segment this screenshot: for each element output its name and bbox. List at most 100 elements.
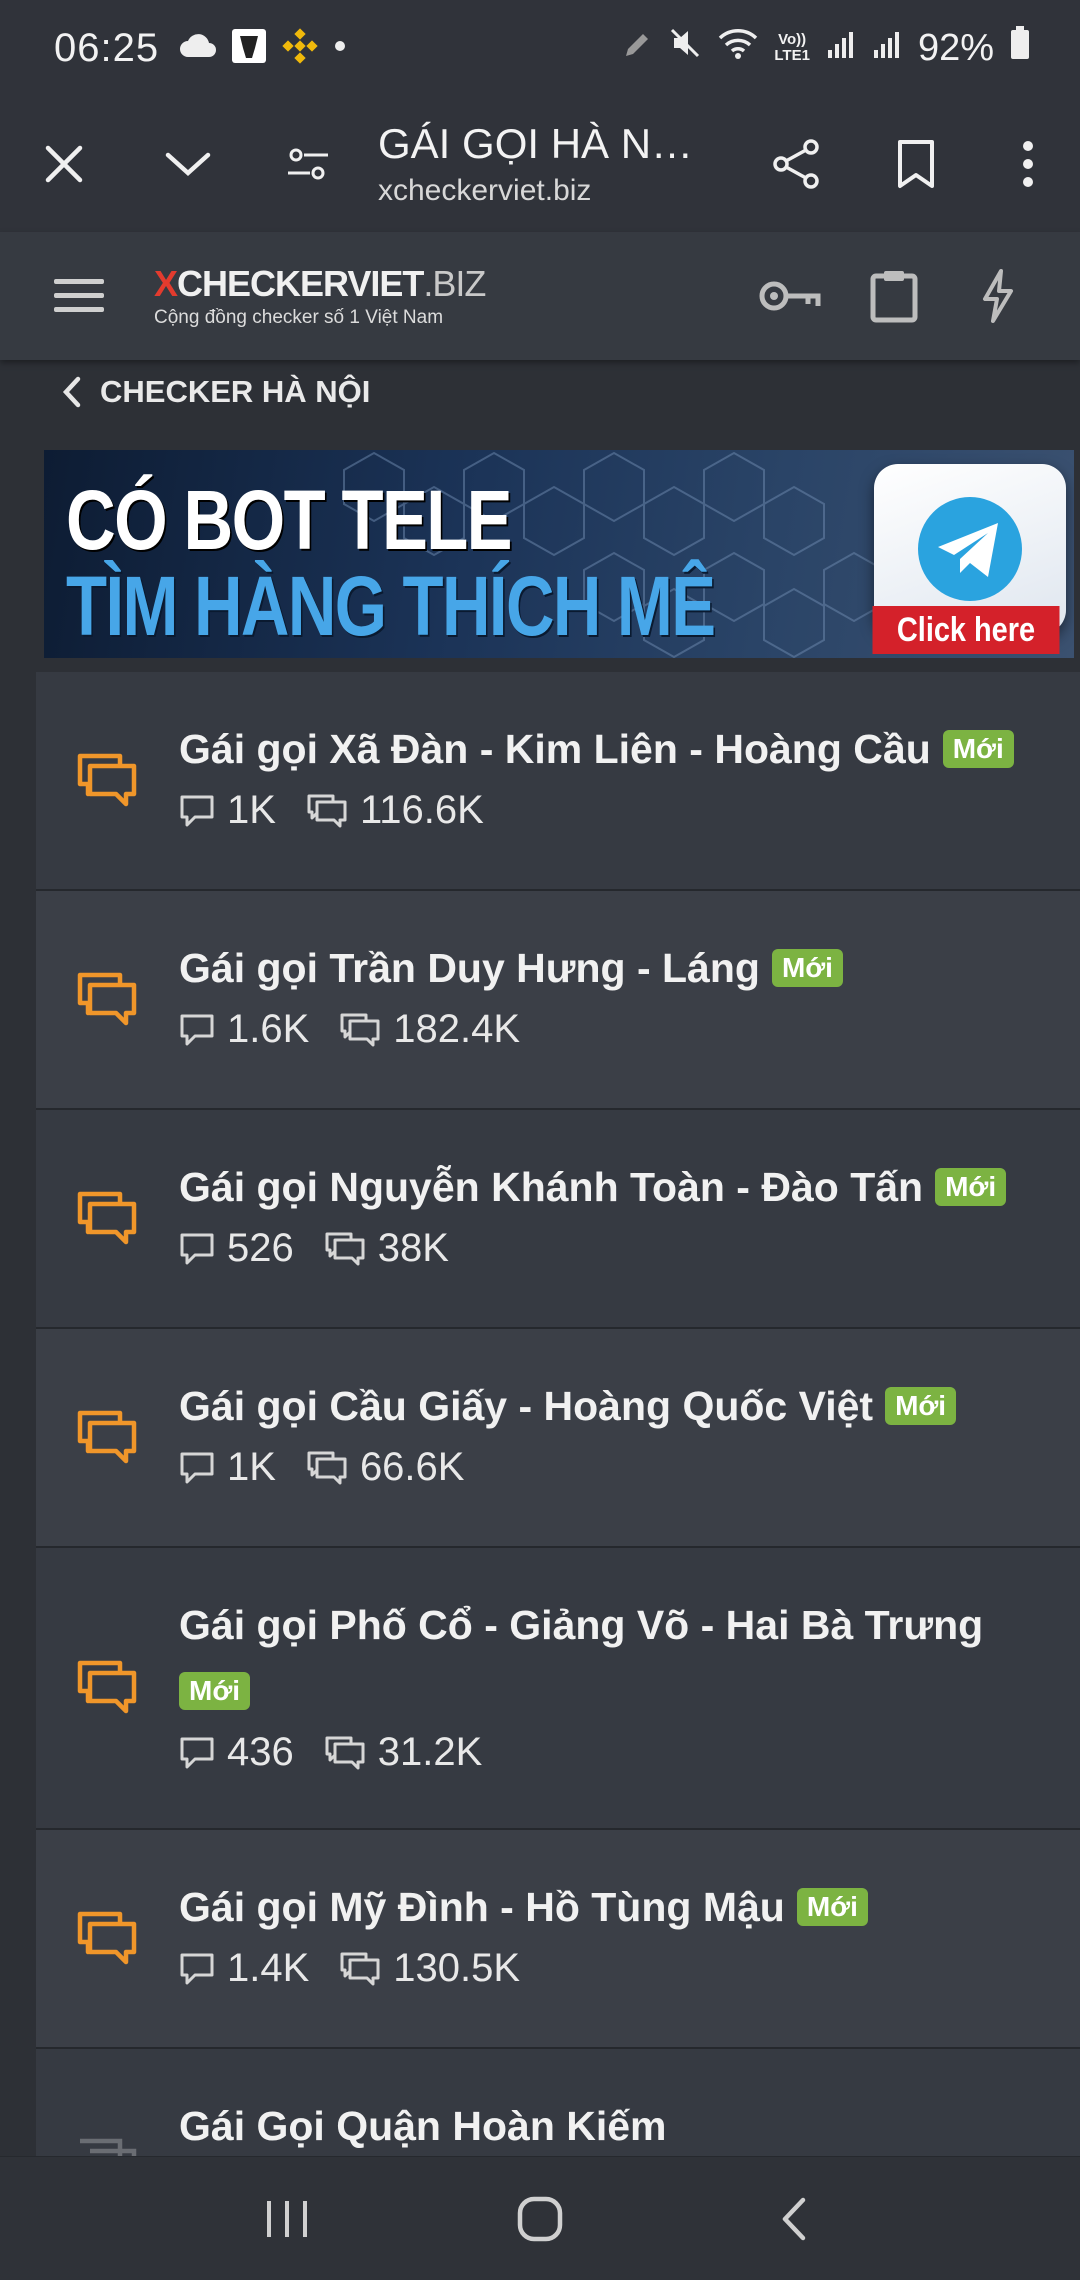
replies-stat: 1.6K xyxy=(179,1007,309,1052)
views-count: 116.6K xyxy=(359,788,484,832)
close-tab-button[interactable] xyxy=(0,96,128,232)
battery-percent: 92% xyxy=(917,26,994,69)
comments-icon xyxy=(77,1410,136,1463)
comment-icon xyxy=(180,1737,214,1768)
views-stat: 31.2K xyxy=(324,1730,483,1775)
banner-headline: CÓ BOT TELE xyxy=(66,473,513,567)
wifi-icon xyxy=(718,27,758,70)
views-stat: 130.5K xyxy=(339,1946,520,1991)
volte-label: Vo)) xyxy=(778,31,807,48)
thread-title[interactable]: Gái Gọi Quận Hoàn Kiếm xyxy=(179,2093,1044,2159)
thread-icon xyxy=(36,1548,179,1828)
click-here-label: Click here xyxy=(872,606,1060,654)
comments-icon xyxy=(325,1736,365,1769)
views-count: 66.6K xyxy=(359,1445,465,1489)
clipboard-button[interactable] xyxy=(842,232,946,360)
hamburger-icon xyxy=(54,279,104,312)
share-button[interactable] xyxy=(736,96,856,232)
thread-title[interactable]: Gái gọi Nguyễn Khánh Toàn - Đào Tấn Mới xyxy=(179,1154,1044,1220)
thread-item[interactable]: Gái gọi Cầu Giấy - Hoàng Quốc Việt Mới 1K… xyxy=(36,1329,1080,1548)
logo-main-text: CHECKERVIET xyxy=(177,263,424,304)
site-logo[interactable]: XCHECKERVIET.BIZ Cộng đồng checker số 1 … xyxy=(154,263,486,329)
thread-title-text: Gái gọi Nguyễn Khánh Toàn - Đào Tấn xyxy=(179,1164,924,1210)
system-navigation-bar xyxy=(0,2156,1080,2280)
comments-icon xyxy=(340,1952,380,1985)
status-bar: 06:25 Vo)) LTE1 92% xyxy=(0,0,1080,96)
promo-banner[interactable]: CÓ BOT TELE TÌM HÀNG THÍCH MÊ Click here xyxy=(44,450,1074,658)
thread-item[interactable]: Gái gọi Mỹ Đình - Hồ Tùng Mậu Mới 1.4K 13… xyxy=(36,1830,1080,2049)
close-icon xyxy=(45,145,83,183)
replies-stat: 526 xyxy=(179,1226,294,1271)
network-label: LTE1 xyxy=(774,47,810,64)
replies-count: 1K xyxy=(227,788,276,832)
bolt-icon xyxy=(983,269,1013,323)
left-gutter xyxy=(0,660,36,2156)
comments-icon xyxy=(77,1911,136,1964)
menu-button[interactable] xyxy=(24,232,134,360)
views-stat: 182.4K xyxy=(339,1007,520,1052)
logo-tld: .BIZ xyxy=(423,263,486,304)
bookmark-button[interactable] xyxy=(856,96,976,232)
replies-stat: 1.4K xyxy=(179,1946,309,1991)
replies-count: 526 xyxy=(227,1226,294,1270)
more-notifications-dot-icon xyxy=(333,39,347,58)
thread-title[interactable]: Gái gọi Cầu Giấy - Hoàng Quốc Việt Mới xyxy=(179,1373,1044,1439)
thread-title-text: Gái gọi Trần Duy Hưng - Láng xyxy=(179,945,760,991)
thread-item[interactable]: Gái gọi Xã Đàn - Kim Liên - Hoàng Cầu Mới… xyxy=(36,672,1080,891)
thread-item[interactable]: Gái gọi Trần Duy Hưng - Láng Mới 1.6K 182… xyxy=(36,891,1080,1110)
site-tagline: Cộng đồng checker số 1 Việt Nam xyxy=(154,307,444,328)
views-stat: 66.6K xyxy=(306,1445,465,1490)
more-options-button[interactable] xyxy=(976,96,1080,232)
recent-apps-button[interactable] xyxy=(227,2169,347,2269)
replies-count: 1.6K xyxy=(227,1007,310,1051)
replies-stat: 1K xyxy=(179,1445,276,1490)
comment-icon xyxy=(180,1014,214,1045)
address-area[interactable]: GÁI GỌI HÀ NỘI |... xcheckerviet.biz xyxy=(368,120,736,208)
comments-icon xyxy=(77,972,136,1025)
breadcrumb[interactable]: CHECKER HÀ NỘI xyxy=(60,368,370,416)
app-notification-icon xyxy=(231,28,267,69)
comment-icon xyxy=(180,1953,214,1984)
page-title: GÁI GỌI HÀ NỘI |... xyxy=(378,120,723,167)
login-button[interactable] xyxy=(738,232,842,360)
site-header: XCHECKERVIET.BIZ Cộng đồng checker số 1 … xyxy=(0,232,1080,360)
back-button[interactable] xyxy=(733,2169,853,2269)
comment-icon xyxy=(180,1452,214,1483)
logo-x: X xyxy=(154,263,178,304)
replies-stat: 1K xyxy=(179,788,276,833)
whats-new-button[interactable] xyxy=(946,232,1050,360)
thread-title-text: Gái gọi Phố Cổ - Giảng Võ - Hai Bà Trưng xyxy=(179,1602,984,1648)
thread-icon xyxy=(36,1830,179,2047)
cloud-icon xyxy=(179,33,217,64)
home-icon xyxy=(517,2196,563,2241)
clipboard-icon xyxy=(870,271,918,323)
minimize-button[interactable] xyxy=(128,96,248,232)
views-stat: 116.6K xyxy=(306,788,484,833)
thread-icon xyxy=(36,1110,179,1327)
comment-icon xyxy=(180,795,214,826)
thread-title[interactable]: Gái gọi Mỹ Đình - Hồ Tùng Mậu Mới xyxy=(179,1874,1044,1940)
thread-item[interactable]: Gái gọi Phố Cổ - Giảng Võ - Hai Bà Trưng… xyxy=(36,1548,1080,1830)
back-icon xyxy=(783,2197,806,2240)
banner-subheadline: TÌM HÀNG THÍCH MÊ xyxy=(66,559,716,653)
breadcrumb-label: CHECKER HÀ NỘI xyxy=(100,374,371,409)
pen-icon xyxy=(622,27,652,70)
comments-icon xyxy=(77,1660,136,1714)
comments-icon xyxy=(77,1191,136,1244)
thread-icon xyxy=(36,672,179,889)
recent-apps-icon xyxy=(266,2200,307,2237)
comments-icon xyxy=(77,753,136,806)
new-badge: Mới xyxy=(935,1168,1007,1207)
thread-item[interactable]: Gái gọi Nguyễn Khánh Toàn - Đào Tấn Mới 5… xyxy=(36,1110,1080,1329)
status-time: 06:25 xyxy=(54,25,160,70)
site-settings-button[interactable] xyxy=(248,96,368,232)
thread-icon xyxy=(36,2049,179,2167)
bookmark-icon xyxy=(898,140,934,188)
thread-title[interactable]: Gái gọi Phố Cổ - Giảng Võ - Hai Bà Trưng… xyxy=(179,1592,1044,1724)
signal-icon-1 xyxy=(826,27,856,70)
thread-item[interactable]: Gái Gọi Quận Hoàn Kiếm xyxy=(36,2049,1080,2169)
home-button[interactable] xyxy=(480,2169,600,2269)
thread-title[interactable]: Gái gọi Xã Đàn - Kim Liên - Hoàng Cầu Mới xyxy=(179,716,1044,782)
views-count: 31.2K xyxy=(377,1730,483,1774)
thread-title[interactable]: Gái gọi Trần Duy Hưng - Láng Mới xyxy=(179,935,1044,1001)
